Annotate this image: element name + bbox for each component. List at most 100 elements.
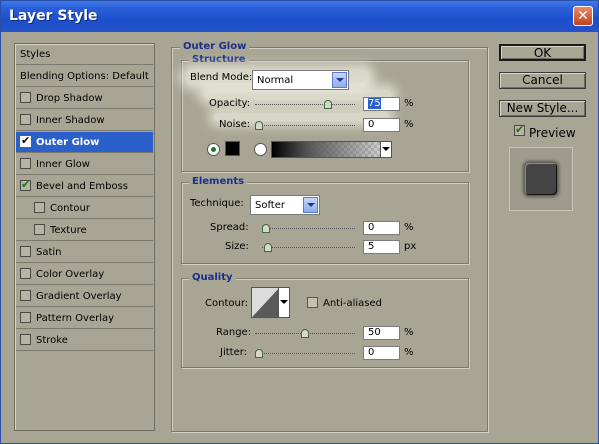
noise-unit: % [404,119,414,130]
list-item-label: Texture [50,225,87,236]
jitter-input[interactable]: 0 [363,346,400,360]
size-value: 5 [368,241,375,252]
size-input[interactable]: 5 [363,240,400,254]
list-item-texture[interactable]: Texture [16,220,153,241]
spread-value: 0 [368,222,375,233]
technique-select[interactable]: Softer [250,195,320,215]
range-label: Range: [216,327,252,338]
chevron-down-icon[interactable] [332,72,347,88]
list-item-checkbox[interactable] [20,158,31,169]
preview-checkbox[interactable] [514,123,525,136]
quality-title: Quality [189,272,236,283]
list-item-label: Inner Glow [36,159,90,170]
list-item-inner-glow[interactable]: Inner Glow [16,154,153,175]
list-item-checkbox[interactable] [20,290,31,301]
list-item-checkbox[interactable] [20,268,31,279]
size-label: Size: [225,241,249,252]
list-item-checkbox[interactable] [20,178,31,191]
size-track [262,247,355,248]
list-item-label: Bevel and Emboss [36,181,128,192]
blend-mode-value: Normal [257,75,294,86]
list-item-label: Blending Options: Default [20,71,149,82]
size-unit: px [404,241,417,252]
contour-picker[interactable] [251,287,290,318]
blend-mode-label: Blend Mode: [190,72,253,83]
list-item-bevel-and-emboss[interactable]: Bevel and Emboss [16,176,153,197]
noise-slider[interactable] [255,121,355,130]
list-item-checkbox[interactable] [20,114,31,125]
outer-glow-title: Outer Glow [180,41,250,52]
layer-style-dialog: Layer Style ✕ Styles Blending Options: De… [0,0,599,444]
contour-dropdown[interactable] [278,288,289,317]
list-item-checkbox[interactable] [20,312,31,323]
gradient-picker[interactable] [271,141,392,158]
glow-color-swatch[interactable] [225,141,240,156]
list-item-inner-shadow[interactable]: Inner Shadow [16,110,153,131]
noise-label: Noise: [219,119,251,130]
list-item-checkbox[interactable] [34,224,45,235]
list-item-drop-shadow[interactable]: Drop Shadow [16,88,153,109]
spread-input[interactable]: 0 [363,221,400,235]
list-item-checkbox[interactable] [34,202,45,213]
spread-slider-thumb[interactable] [262,224,270,233]
list-item-label: Pattern Overlay [36,313,115,324]
range-slider[interactable] [255,329,355,338]
list-item-styles[interactable]: Styles [16,44,153,65]
range-value: 50 [368,327,381,338]
list-item-checkbox[interactable] [20,334,31,345]
anti-aliased-checkbox[interactable] [307,297,318,308]
opacity-slider[interactable] [255,100,355,109]
opacity-track [255,104,355,105]
opacity-slider-thumb[interactable] [324,100,332,109]
cancel-button[interactable]: Cancel [499,72,586,89]
jitter-slider-thumb[interactable] [255,349,263,358]
spread-slider[interactable] [262,224,355,233]
gradient-radio[interactable] [254,143,267,156]
list-item-outer-glow[interactable]: Outer Glow [16,132,153,153]
size-slider[interactable] [262,243,355,252]
chevron-down-icon [280,300,288,304]
ok-button[interactable]: OK [499,44,586,61]
radio-dot-icon [211,147,216,152]
noise-input[interactable]: 0 [363,118,400,132]
list-item-label: Contour [50,203,90,214]
list-item-label: Inner Shadow [36,115,105,126]
list-item-label: Color Overlay [36,269,105,280]
list-item-label: Stroke [36,335,68,346]
structure-group: Structure Blend Mode: Normal Opacity: 75… [181,54,469,172]
list-item-contour[interactable]: Contour [16,198,153,219]
elements-group: Elements Technique: Softer Spread: 0 % S… [181,176,469,264]
outer-glow-group: Outer Glow Structure Blend Mode: Normal … [171,41,488,432]
gradient-dropdown[interactable] [380,142,391,157]
color-radio[interactable] [207,143,220,156]
opacity-value: 75 [368,98,381,109]
list-item-label: Styles [20,49,51,60]
noise-value: 0 [368,119,375,130]
opacity-input[interactable]: 75 [363,97,400,111]
list-item-satin[interactable]: Satin [16,242,153,263]
jitter-slider[interactable] [255,349,355,358]
chevron-down-icon[interactable] [303,197,318,213]
list-item-checkbox[interactable] [20,246,31,257]
list-item-stroke[interactable]: Stroke [16,330,153,351]
list-item-checkbox[interactable] [20,92,31,103]
list-item-color-overlay[interactable]: Color Overlay [16,264,153,285]
close-button[interactable]: ✕ [573,6,593,26]
list-item-blending-options-default[interactable]: Blending Options: Default [16,66,153,87]
quality-group: Quality Contour: Anti-aliased Range: 50 … [181,272,469,368]
list-item-checkbox[interactable] [20,134,31,147]
list-item-gradient-overlay[interactable]: Gradient Overlay [16,286,153,307]
range-input[interactable]: 50 [363,326,400,340]
noise-slider-thumb[interactable] [255,121,263,130]
title-bar[interactable]: Layer Style ✕ [1,1,598,32]
technique-value: Softer [255,200,285,211]
structure-title: Structure [189,54,249,65]
styles-list: Styles Blending Options: Default Drop Shad… [14,43,155,431]
size-slider-thumb[interactable] [264,243,272,252]
blend-mode-select[interactable]: Normal [252,70,349,90]
list-item-pattern-overlay[interactable]: Pattern Overlay [16,308,153,329]
new-style-button[interactable]: New Style... [499,100,586,117]
list-item-label: Outer Glow [36,137,100,148]
elements-title: Elements [189,176,248,187]
range-slider-thumb[interactable] [301,329,309,338]
